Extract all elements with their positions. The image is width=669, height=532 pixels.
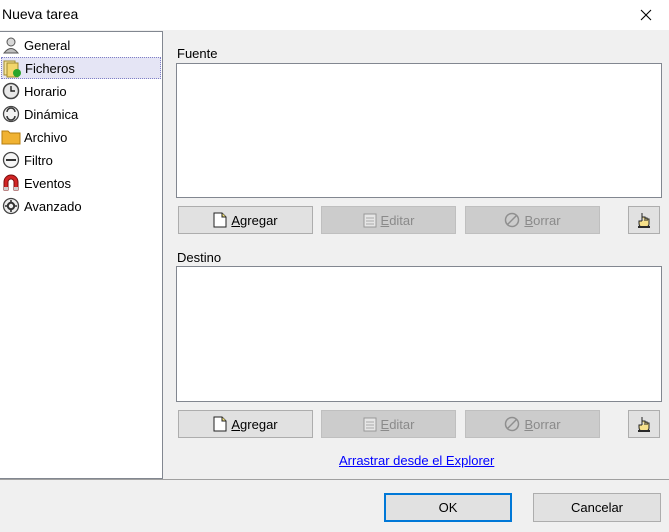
ok-label: K (448, 500, 458, 515)
sidebar-item-label: Dinámica (24, 106, 79, 122)
destination-add-mnemonic: A (231, 416, 241, 432)
destination-delete-mnemonic: B (524, 416, 534, 432)
source-add-label: gregar (240, 212, 278, 228)
sidebar-item-avanzado[interactable]: Avanzado (1, 195, 161, 217)
ok-button[interactable]: OK (384, 493, 512, 522)
sidebar-item-general[interactable]: General (1, 34, 161, 56)
notepad-icon (363, 212, 377, 228)
hand-icon (638, 213, 650, 228)
source-delete-button[interactable]: Borrar (465, 206, 600, 234)
category-list: General Ficheros Horario Dinámica Archiv… (0, 31, 163, 479)
title-bar: Nueva tarea (0, 0, 669, 30)
sidebar-item-label: Filtro (24, 152, 53, 168)
hand-icon (638, 417, 650, 432)
files-icon (2, 58, 22, 78)
source-edit-button[interactable]: Editar (321, 206, 456, 234)
sidebar-item-archivo[interactable]: Archivo (1, 126, 161, 148)
source-label: Fuente (177, 46, 218, 61)
sidebar-item-label: General (24, 37, 71, 53)
sidebar-item-label: Avanzado (24, 198, 82, 214)
sidebar-item-eventos[interactable]: Eventos (1, 172, 161, 194)
ok-mnemonic: O (438, 500, 449, 515)
gear-icon (1, 196, 21, 216)
new-document-icon (213, 416, 227, 432)
dialog-body: General Ficheros Horario Dinámica Archiv… (0, 30, 669, 532)
sidebar-item-horario[interactable]: Horario (1, 80, 161, 102)
sidebar-item-filtro[interactable]: Filtro (1, 149, 161, 171)
sidebar-item-label: Ficheros (25, 60, 75, 76)
cancel-button[interactable]: Cancelar (533, 493, 661, 522)
source-delete-mnemonic: B (524, 212, 534, 228)
close-icon (640, 9, 652, 21)
dynamic-icon (1, 104, 21, 124)
close-button[interactable] (623, 0, 669, 30)
source-drag-button[interactable] (628, 206, 660, 234)
no-entry-icon (504, 212, 520, 228)
magnet-icon (1, 173, 21, 193)
user-icon (1, 35, 21, 55)
drag-from-explorer-link[interactable]: Arrastrar desde el Explorer (339, 453, 494, 468)
sidebar-item-label: Archivo (24, 129, 68, 145)
source-edit-label: ditar (389, 212, 415, 228)
cancel-label: ancelar (580, 500, 624, 515)
destination-label: Destino (177, 250, 222, 265)
cancel-mnemonic: C (570, 500, 581, 515)
notepad-icon (363, 416, 377, 432)
destination-edit-label: ditar (389, 416, 415, 432)
sidebar-item-label: Eventos (24, 175, 71, 191)
sidebar-item-dinamica[interactable]: Dinámica (1, 103, 161, 125)
destination-list[interactable] (176, 266, 662, 402)
source-edit-mnemonic: E (380, 212, 390, 228)
destination-edit-button[interactable]: Editar (321, 410, 456, 438)
destination-add-label: gregar (240, 416, 278, 432)
no-entry-icon (504, 416, 520, 432)
destination-delete-button[interactable]: Borrar (465, 410, 600, 438)
destination-delete-label: orrar (533, 416, 561, 432)
source-delete-label: orrar (533, 212, 561, 228)
clock-icon (1, 81, 21, 101)
sidebar-item-ficheros[interactable]: Ficheros (1, 57, 161, 79)
source-add-mnemonic: A (231, 212, 241, 228)
new-document-icon (213, 212, 227, 228)
sidebar-item-label: Horario (24, 83, 67, 99)
destination-add-button[interactable]: Agregar (178, 410, 313, 438)
window-title: Nueva tarea (2, 6, 79, 22)
destination-edit-mnemonic: E (380, 416, 390, 432)
source-list[interactable] (176, 63, 662, 198)
folder-icon (1, 127, 21, 147)
filter-icon (1, 150, 21, 170)
footer-divider (0, 479, 669, 480)
destination-drag-button[interactable] (628, 410, 660, 438)
source-add-button[interactable]: Agregar (178, 206, 313, 234)
